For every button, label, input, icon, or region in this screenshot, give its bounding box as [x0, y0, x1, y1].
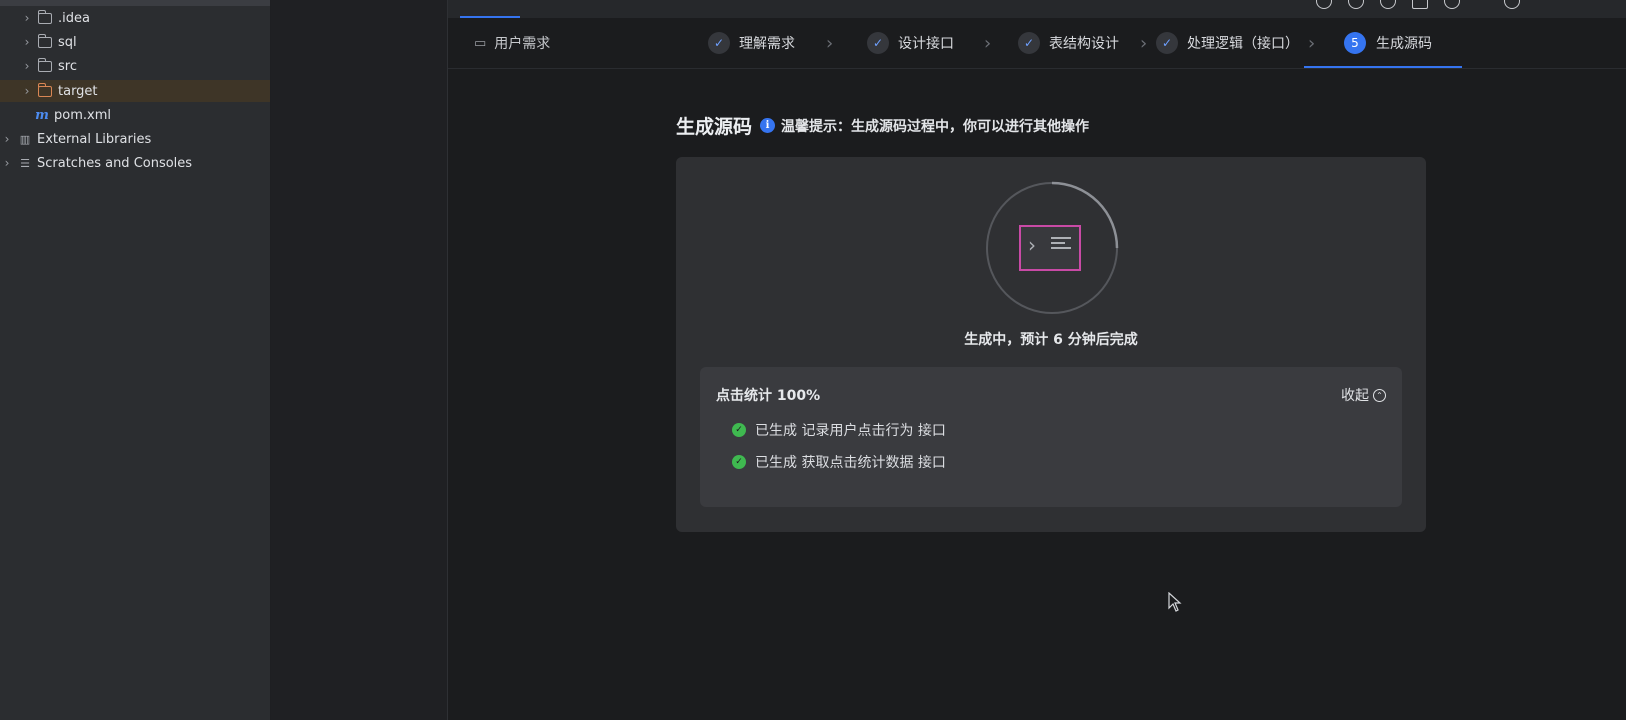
tree-item-label: sql: [58, 34, 77, 50]
collapse-label: 收起: [1341, 388, 1369, 404]
tree-item-label: Scratches and Consoles: [37, 155, 193, 171]
tree-item-idea[interactable]: › .idea: [20, 7, 90, 29]
check-icon: ✓: [708, 32, 730, 54]
maven-icon: m: [35, 107, 49, 123]
help-icon[interactable]: [1316, 0, 1332, 9]
tree-item-sql[interactable]: › sql: [20, 31, 77, 53]
list-item: ✓ 已生成 获取点击统计数据 接口: [732, 452, 946, 472]
plugin-top-bar: [448, 0, 1626, 18]
chevron-right-icon: ›: [984, 33, 992, 54]
step-generate-code[interactable]: 5 生成源码: [1344, 18, 1432, 68]
edit-icon[interactable]: [1412, 0, 1428, 9]
step-design-api[interactable]: ✓ 设计接口: [867, 18, 954, 68]
folder-icon: [37, 9, 52, 24]
step-label: 理解需求: [739, 36, 795, 52]
scratches-icon: ☰: [20, 156, 30, 170]
progress-panel: 点击统计 100% 收起 ⌃ ✓ 已生成 记录用户点击行为 接口 ✓ 已生成 获…: [700, 367, 1402, 507]
editor-gutter-panel: [271, 0, 448, 720]
tip-text: 温馨提示：生成源码过程中，你可以进行其他操作: [781, 118, 1090, 135]
generation-card: › 生成中，预计 6 分钟后完成 点击统计 100% 收起 ⌃ ✓ 已生成 记录…: [676, 157, 1426, 532]
chevron-right-icon: ›: [826, 33, 834, 54]
chevron-right-icon[interactable]: ›: [0, 132, 14, 146]
chevron-right-icon[interactable]: ›: [20, 11, 34, 25]
check-icon: ✓: [1018, 32, 1040, 54]
tab-active[interactable]: [460, 0, 520, 18]
check-icon: ✓: [867, 32, 889, 54]
folder-icon: [37, 57, 52, 72]
page-title: 生成源码: [676, 116, 753, 138]
mouse-cursor-icon: [1168, 592, 1182, 612]
tree-item-label: src: [58, 58, 77, 74]
step-understand[interactable]: ✓ 理解需求: [708, 18, 795, 68]
tree-item-src[interactable]: › src: [20, 55, 77, 77]
tree-item-target[interactable]: › target: [0, 80, 270, 102]
settings-icon[interactable]: [1380, 0, 1396, 9]
section-header: 生成源码 i 温馨提示：生成源码过程中，你可以进行其他操作: [676, 112, 1089, 139]
step-label: 设计接口: [898, 36, 954, 52]
tree-item-label: External Libraries: [37, 131, 152, 147]
terminal-icon: ›: [1019, 225, 1081, 271]
tree-item-external-libraries[interactable]: › ▥ External Libraries: [0, 128, 152, 150]
step-user-requirement[interactable]: ▭ 用户需求: [474, 18, 550, 68]
progress-steps: ▭ 用户需求 ✓ 理解需求 › ✓ 设计接口 › ✓ 表结构设计 › ✓ 处理逻…: [448, 18, 1626, 69]
folder-icon: [37, 82, 52, 97]
chevron-right-icon[interactable]: ›: [20, 84, 34, 98]
generation-status: 生成中，预计 6 分钟后完成: [964, 332, 1138, 348]
check-icon: ✓: [1156, 32, 1178, 54]
chevron-right-icon: ›: [1308, 33, 1316, 54]
step-label: 生成源码: [1376, 36, 1432, 52]
tree-item-label: .idea: [58, 10, 90, 26]
tree-item-scratches[interactable]: › ☰ Scratches and Consoles: [0, 152, 192, 174]
tab-java-chat[interactable]: [560, 0, 620, 12]
step-process-logic[interactable]: ✓ 处理逻辑（接口）: [1156, 18, 1299, 68]
history-icon[interactable]: [1348, 0, 1364, 9]
chevron-right-icon[interactable]: ›: [20, 35, 34, 49]
collapse-button[interactable]: 收起 ⌃: [1341, 385, 1386, 405]
project-tree-header: [0, 0, 270, 6]
library-icon: ▥: [19, 132, 31, 146]
step-label: 表结构设计: [1049, 36, 1119, 52]
step-number-badge: 5: [1344, 32, 1366, 54]
step-table-design[interactable]: ✓ 表结构设计: [1018, 18, 1119, 68]
chevron-up-icon: ⌃: [1373, 388, 1386, 402]
folder-icon: [37, 33, 52, 48]
list-item-text: 已生成 获取点击统计数据 接口: [755, 455, 946, 471]
user-avatar-icon[interactable]: [1504, 0, 1520, 9]
tree-item-pom[interactable]: m pom.xml: [34, 104, 111, 126]
list-item: ✓ 已生成 记录用户点击行为 接口: [732, 420, 946, 440]
list-item-text: 已生成 记录用户点击行为 接口: [755, 423, 946, 439]
progress-panel-title: 点击统计 100%: [716, 388, 821, 404]
step-label: 处理逻辑（接口）: [1187, 36, 1299, 52]
chevron-right-icon: ›: [1140, 33, 1148, 54]
check-circle-icon: ✓: [732, 423, 746, 437]
chevron-right-icon[interactable]: ›: [0, 156, 14, 170]
comment-icon: ▭: [474, 35, 487, 51]
active-step-indicator: [1304, 66, 1462, 68]
tree-item-label: target: [58, 83, 98, 99]
project-tree-panel: › .idea › sql › src › target m pom.xml ›…: [0, 0, 271, 720]
check-circle-icon: ✓: [732, 455, 746, 469]
step-label: 用户需求: [494, 36, 551, 52]
info-icon: i: [760, 118, 776, 133]
plugin-icon[interactable]: [1444, 0, 1460, 9]
tree-item-label: pom.xml: [54, 107, 111, 123]
chevron-right-icon[interactable]: ›: [20, 59, 34, 73]
